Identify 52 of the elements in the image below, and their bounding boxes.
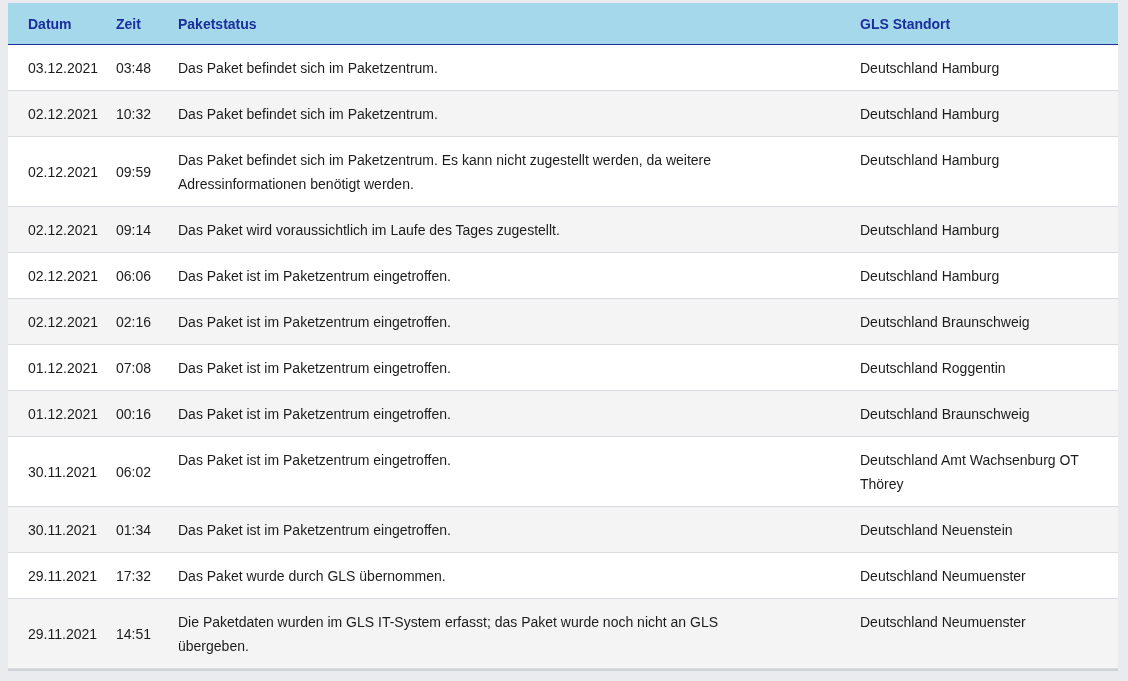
date-cell-text: 02.12.2021 [28, 105, 99, 124]
date-cell-text: 03.12.2021 [28, 59, 99, 78]
date-cell-text: 02.12.2021 [28, 267, 99, 286]
location-cell-text: Deutschland Braunschweig [860, 313, 1030, 332]
location-cell-text: Deutschland Hamburg [860, 59, 1000, 78]
time-cell-text: 10:32 [116, 105, 152, 124]
status-cell-text: Das Paket befindet sich im Paketzentrum. Es kann nicht zugestellt werden, da weitere Adressinformationen benötigt werden. [178, 151, 713, 194]
date-cell-text: 02.12.2021 [28, 313, 99, 332]
date-cell-text: 30.11.2021 [28, 463, 98, 482]
time-cell-text: 09:14 [116, 221, 152, 240]
location-cell-text: Deutschland Hamburg [860, 105, 1000, 124]
status-cell-text: Das Paket ist im Paketzentrum eingetroffen. [178, 313, 451, 332]
time-cell-text: 01:34 [116, 521, 152, 540]
location-cell-text: Deutschland Hamburg [860, 267, 1000, 286]
location-cell-text: Deutschland Roggentin [860, 359, 1006, 378]
location-cell-text: Deutschland Neumuenster [860, 613, 1026, 632]
date-cell-text: 02.12.2021 [28, 163, 99, 182]
status-cell-text: Das Paket wurde durch GLS übernommen. [178, 567, 446, 586]
status-cell-text: Das Paket ist im Paketzentrum eingetroffen. [178, 359, 451, 378]
location-cell-text: Deutschland Neumuenster [860, 567, 1026, 586]
time-cell-text: 07:08 [116, 359, 152, 378]
time-cell-text: 17:32 [116, 567, 152, 586]
location-cell-text: Deutschland Neuenstein [860, 521, 1013, 540]
time-cell-text: 06:02 [116, 463, 152, 482]
date-cell-text: 01.12.2021 [28, 405, 99, 424]
time-cell-text: 02:16 [116, 313, 152, 332]
column-header: Datum [27, 14, 73, 34]
date-cell-text: 02.12.2021 [28, 221, 99, 240]
status-cell-text: Das Paket ist im Paketzentrum eingetroffen. [178, 405, 451, 424]
date-cell-text: 30.11.2021 [28, 521, 98, 540]
status-cell-text: Das Paket befindet sich im Paketzentrum. [178, 105, 438, 124]
time-cell-text: 14:51 [116, 625, 152, 644]
date-cell-text: 29.11.2021 [28, 625, 98, 644]
location-cell-text: Deutschland Amt Wachsenburg OT Thörey [860, 451, 1080, 494]
location-cell-text: Deutschland Braunschweig [860, 405, 1030, 424]
location-cell-text: Deutschland Hamburg [860, 221, 1000, 240]
location-cell-text: Deutschland Hamburg [860, 151, 1000, 170]
date-cell-text: 01.12.2021 [28, 359, 99, 378]
column-header: Paketstatus [177, 14, 258, 34]
status-cell-text: Das Paket ist im Paketzentrum eingetroffen. [178, 267, 451, 286]
column-header: GLS Standort [859, 14, 952, 34]
status-cell-text: Das Paket ist im Paketzentrum eingetroffen. [178, 521, 451, 540]
column-header: Zeit [115, 14, 142, 34]
status-cell-text: Das Paket ist im Paketzentrum eingetroffen. [178, 451, 451, 470]
time-cell-text: 06:06 [116, 267, 152, 286]
date-cell-text: 29.11.2021 [28, 567, 98, 586]
status-cell-text: Die Paketdaten wurden im GLS IT-System erfasst; das Paket wurde noch nicht an GLS übergeben. [178, 613, 720, 656]
time-cell-text: 03:48 [116, 59, 152, 78]
status-cell-text: Das Paket befindet sich im Paketzentrum. [178, 59, 438, 78]
status-cell-text: Das Paket wird voraussichtlich im Laufe des Tages zugestellt. [178, 221, 560, 240]
time-cell-text: 09:59 [116, 163, 152, 182]
time-cell-text: 00:16 [116, 405, 152, 424]
